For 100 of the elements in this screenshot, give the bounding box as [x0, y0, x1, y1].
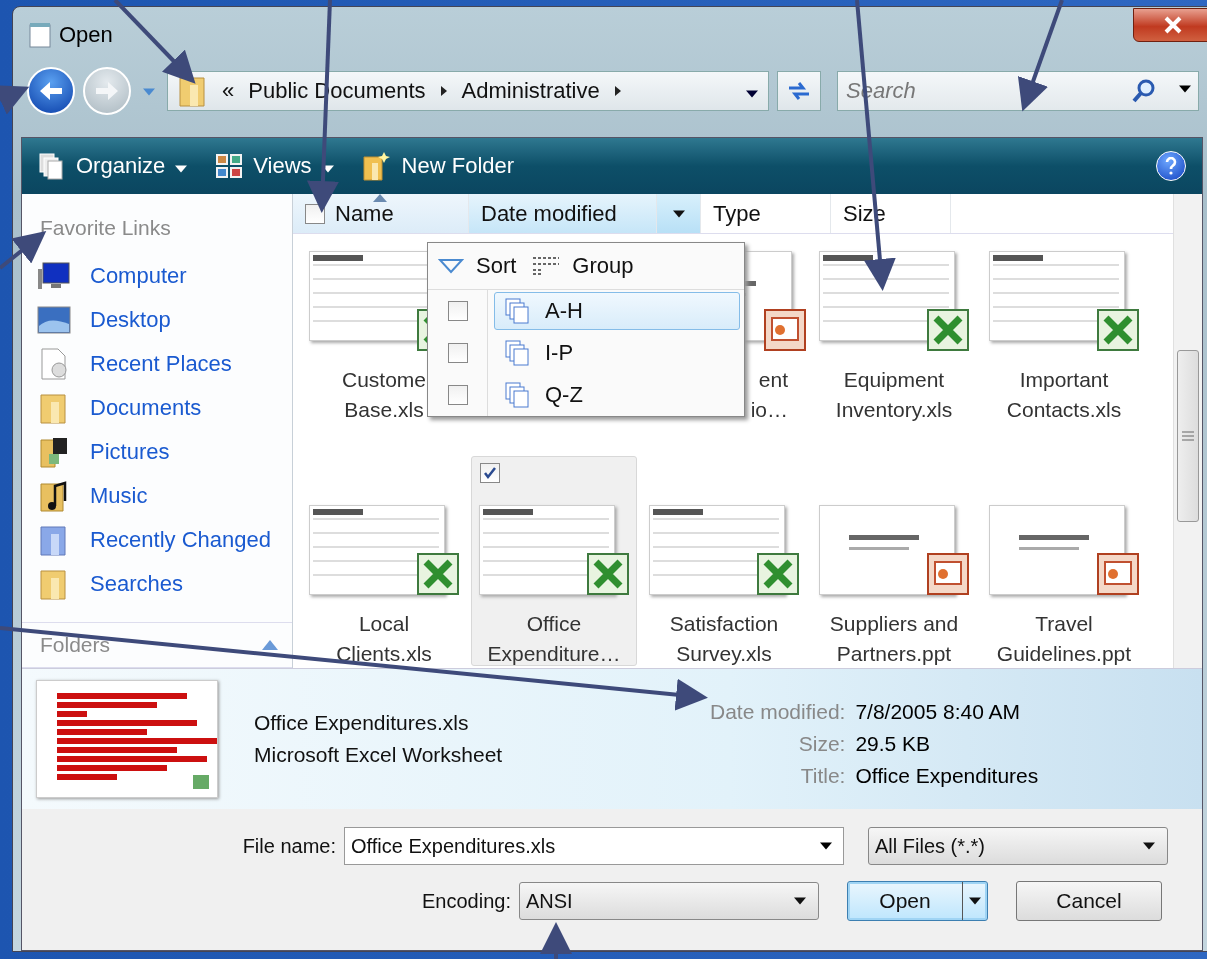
- help-button[interactable]: [1156, 151, 1186, 181]
- dropdown-caret-icon: [820, 842, 832, 850]
- sort-arrow-icon: [373, 194, 387, 202]
- property-label: Size:: [797, 732, 846, 756]
- window-title: Open: [59, 22, 113, 48]
- file-name: Custome Base.xls: [342, 367, 426, 423]
- right-arrow-icon: [94, 80, 120, 102]
- file-name: Suppliers and Partners.ppt: [829, 611, 959, 667]
- property-value: 7/8/2005 8:40 AM: [855, 700, 1022, 724]
- new-folder-icon: [361, 151, 392, 181]
- refresh-button[interactable]: [777, 71, 821, 111]
- file-tile[interactable]: Satisfaction Survey.xls: [641, 456, 807, 666]
- file-tile[interactable]: Travel Guidelines.ppt: [981, 456, 1147, 666]
- annotation-arrow: [540, 922, 572, 959]
- pages-icon: [38, 152, 66, 180]
- toolbar-button[interactable]: Organize: [38, 152, 188, 180]
- column-dropdown-button[interactable]: [657, 194, 701, 233]
- checkbox[interactable]: [447, 301, 468, 321]
- checkbox[interactable]: [447, 385, 468, 405]
- column-header[interactable]: Name: [293, 194, 469, 233]
- sidebar-link[interactable]: Pictures: [22, 430, 292, 474]
- caret-icon: [672, 209, 685, 218]
- picture-folder-icon: [39, 436, 69, 468]
- overflow-chevron[interactable]: «: [222, 78, 235, 104]
- file-tile[interactable]: Important Contacts.xls: [981, 242, 1147, 452]
- file-name: Travel Guidelines.ppt: [996, 611, 1132, 667]
- music-folder-icon: [39, 480, 69, 512]
- caret-icon: [143, 87, 155, 96]
- sidebar-link[interactable]: Desktop: [22, 298, 292, 342]
- folder-icon: [178, 75, 208, 107]
- checkbox[interactable]: [480, 463, 500, 483]
- toolbar-button[interactable]: New Folder: [361, 151, 515, 181]
- stacked-pages-icon: [505, 298, 531, 324]
- breadcrumb[interactable]: Administrative: [461, 78, 600, 104]
- search-icon[interactable]: [1131, 78, 1157, 104]
- file-name: Equipment Inventory.xls: [835, 367, 953, 423]
- group-menu-item[interactable]: Group: [532, 253, 634, 279]
- folder-icon: [39, 392, 69, 424]
- close-icon: [1163, 16, 1183, 34]
- folder-icon: [39, 524, 69, 556]
- sort-menu-item[interactable]: Sort: [438, 253, 517, 279]
- file-type: Microsoft Excel Worksheet: [254, 743, 504, 767]
- left-arrow-icon: [38, 80, 64, 102]
- field-label: Encoding:: [421, 889, 512, 913]
- file-tile[interactable]: Equipment Inventory.xls: [811, 242, 977, 452]
- property-value: 29.5 KB: [855, 732, 932, 756]
- sidebar-link[interactable]: Music: [22, 474, 292, 518]
- file-tile[interactable]: Suppliers and Partners.ppt: [811, 456, 977, 666]
- sidebar-link[interactable]: Searches: [22, 562, 292, 606]
- scrollbar[interactable]: [1173, 194, 1202, 668]
- column-header[interactable]: Date modified: [469, 194, 657, 233]
- property-label: Title:: [799, 764, 846, 788]
- sidebar-link[interactable]: Documents: [22, 386, 292, 430]
- sidebar-link[interactable]: Computer: [22, 254, 292, 298]
- desktop-icon: [37, 306, 71, 334]
- presentation-badge-icon: [764, 309, 806, 351]
- filter-menu-item[interactable]: Q-Z: [494, 376, 740, 414]
- spreadsheet-badge-icon: [757, 553, 799, 595]
- filter-menu-item[interactable]: I-P: [494, 334, 740, 372]
- file-name: Office Expenditure…: [487, 611, 621, 667]
- sidebar-link[interactable]: Recent Places: [22, 342, 292, 386]
- back-button[interactable]: [27, 67, 75, 115]
- folder-icon: [39, 568, 69, 600]
- collapse-arrow-icon: [262, 640, 278, 650]
- encoding-dropdown[interactable]: ANSI: [519, 882, 819, 920]
- file-tile[interactable]: Local Clients.xls: [301, 456, 467, 666]
- property-value: Office Expenditures: [855, 764, 1039, 788]
- dropdown-caret-icon: [1179, 85, 1191, 93]
- stacked-pages-icon: [505, 382, 531, 408]
- presentation-badge-icon: [1097, 553, 1139, 595]
- cancel-button[interactable]: Cancel: [1016, 881, 1162, 921]
- grip-icon: [1182, 431, 1194, 441]
- triangle-icon: [438, 258, 464, 274]
- chevron-icon[interactable]: [613, 85, 622, 97]
- file-name: ent io…: [750, 367, 789, 423]
- caret-icon: [1143, 842, 1155, 850]
- sidebar-link[interactable]: Recently Changed: [22, 518, 292, 562]
- spreadsheet-badge-icon: [587, 553, 629, 595]
- caret-icon: [794, 897, 806, 905]
- checkmark-icon: [483, 466, 497, 480]
- chevron-icon[interactable]: [439, 85, 448, 97]
- checkbox[interactable]: [447, 343, 468, 363]
- caret-icon: [969, 897, 981, 905]
- filter-menu-item[interactable]: A-H: [494, 292, 740, 330]
- open-button[interactable]: Open: [847, 881, 988, 921]
- file-name-field[interactable]: Office Expenditures.xls: [344, 827, 844, 865]
- toolbar-button[interactable]: Views: [215, 153, 334, 179]
- close-button[interactable]: [1133, 8, 1207, 42]
- question-mark-icon: [1165, 157, 1177, 175]
- annotation-arrow: [0, 85, 30, 115]
- stacked-pages-icon: [505, 340, 531, 366]
- notepad-icon: [29, 22, 51, 48]
- monitor-icon: [37, 261, 71, 291]
- grouping-icon: [532, 256, 561, 276]
- file-type-dropdown[interactable]: All Files (*.*): [868, 827, 1168, 865]
- section-heading: Favorite Links: [39, 215, 172, 241]
- spreadsheet-badge-icon: [1097, 309, 1139, 351]
- file-tile[interactable]: Office Expenditure…: [471, 456, 637, 666]
- spreadsheet-badge-icon: [927, 309, 969, 351]
- presentation-badge-icon: [927, 553, 969, 595]
